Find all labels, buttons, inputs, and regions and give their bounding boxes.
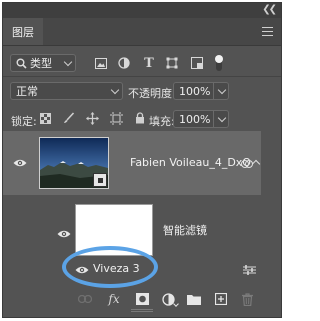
panel-menu-icon[interactable] [262, 27, 273, 36]
fill-value: 100% [179, 112, 211, 126]
visibility-eye-icon[interactable] [13, 158, 27, 168]
link-layers-icon[interactable] [78, 292, 92, 306]
smart-filter-mask-thumbnail[interactable] [75, 204, 153, 256]
adjustment-layer-filter-icon[interactable] [117, 56, 131, 70]
chevron-down-icon [173, 301, 179, 307]
filter-blending-options-icon[interactable] [243, 265, 256, 275]
opacity-label: 不透明度: [128, 87, 176, 100]
opacity-field[interactable]: 100% [173, 82, 229, 100]
lock-label: 锁定: [11, 115, 37, 128]
layer-kind-select[interactable]: 类型 [10, 54, 76, 72]
layers-list: Fabien Voileau_4_DxO 智能滤镜 Viveza 3 [3, 131, 281, 291]
add-mask-icon[interactable] [135, 292, 149, 306]
collapse-panel-icon[interactable]: ❮❮ [262, 4, 277, 15]
panel-resize-grip[interactable] [131, 309, 153, 313]
lock-position-icon[interactable] [85, 111, 99, 125]
opacity-value: 100% [179, 84, 211, 98]
lock-transparent-pixels-icon[interactable] [38, 111, 52, 125]
lock-row: 锁定: 填充: 100% [3, 107, 281, 132]
blend-mode-select[interactable]: 正常 [10, 82, 123, 100]
layer-thumbnail[interactable] [39, 137, 109, 189]
bottom-toolbar: fx [3, 285, 281, 313]
chevron-down-icon [63, 57, 73, 67]
shape-layer-filter-icon[interactable] [165, 56, 179, 70]
filter-toggle-switch[interactable] [214, 55, 224, 71]
tab-bar: 图层 [3, 18, 281, 46]
chevron-down-icon [110, 85, 120, 95]
filter-name-viveza[interactable]: Viveza 3 [93, 262, 140, 275]
tab-layers-label: 图层 [12, 25, 34, 39]
blend-row: 正常 不透明度: 100% [3, 79, 281, 104]
smart-object-filter-icon[interactable] [190, 56, 204, 70]
lock-all-icon[interactable] [133, 111, 147, 125]
layer-name-smart-object[interactable]: Fabien Voileau_4_DxO [130, 156, 251, 169]
layers-panel: ❮❮ 图层 类型 T 正常 不透明度: 100% 锁定: 填充: 100% Fa… [2, 2, 282, 318]
delete-layer-trash-icon[interactable] [240, 292, 254, 306]
lock-artboard-icon[interactable] [109, 111, 123, 125]
smart-filters-label: 智能滤镜 [163, 224, 207, 237]
new-adjustment-layer-icon[interactable] [161, 292, 179, 307]
search-icon [16, 58, 27, 69]
fill-label: 填充: [149, 115, 175, 128]
type-layer-filter-icon[interactable]: T [142, 56, 156, 71]
blend-mode-value: 正常 [16, 85, 38, 98]
visibility-eye-icon[interactable] [57, 229, 71, 239]
fill-field[interactable]: 100% [173, 110, 229, 128]
layers-scrollbar[interactable] [261, 131, 281, 291]
pixel-layer-filter-icon[interactable] [94, 56, 108, 70]
new-group-folder-icon[interactable] [187, 292, 201, 306]
layer-style-fx-icon[interactable]: fx [107, 292, 121, 306]
chevron-up-icon[interactable] [251, 159, 261, 169]
visibility-eye-icon[interactable] [75, 265, 89, 275]
layer-row-smart-object[interactable]: Fabien Voileau_4_DxO [3, 131, 261, 195]
panel-title-strip: ❮❮ [3, 3, 281, 18]
tab-layers[interactable]: 图层 [3, 18, 43, 45]
filter-row: 类型 T [3, 51, 281, 76]
lock-image-pixels-icon[interactable] [62, 111, 76, 125]
smart-object-badge-icon [93, 173, 107, 187]
layer-kind-value: 类型 [30, 57, 52, 70]
new-layer-icon[interactable] [214, 292, 228, 306]
